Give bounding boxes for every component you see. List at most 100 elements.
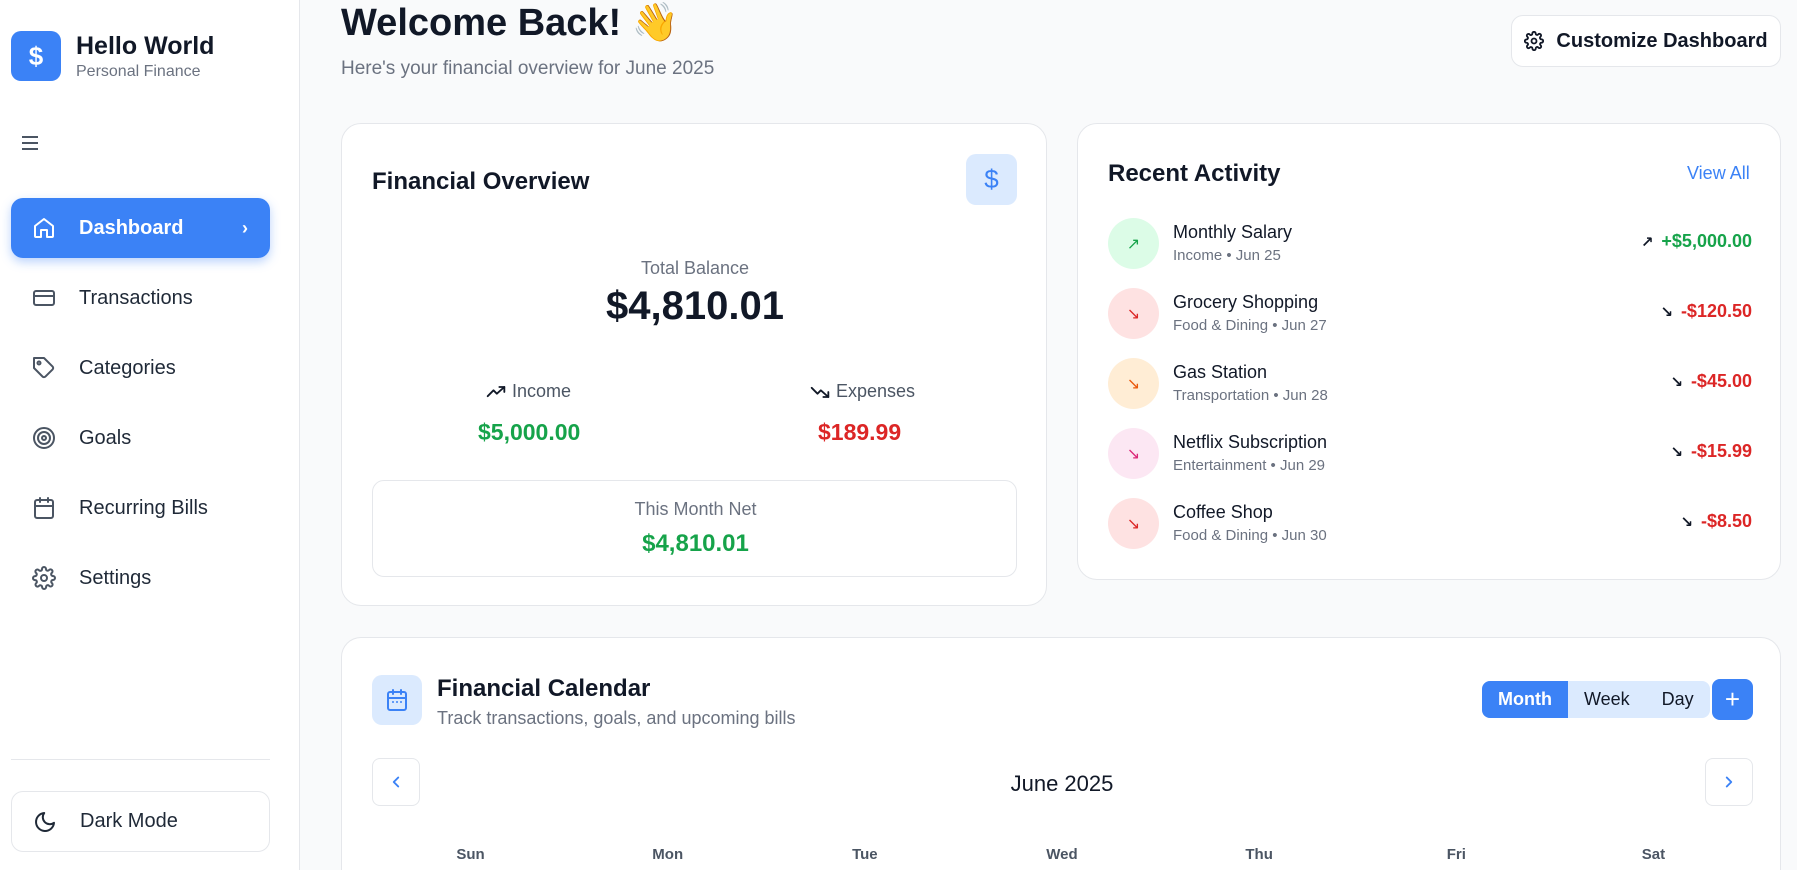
menu-icon[interactable] — [22, 136, 42, 156]
activity-amount: ↘ -$15.99 — [1670, 441, 1752, 462]
sidebar-item-label: Settings — [79, 566, 152, 589]
arrow-down-right-icon: ↘ — [1660, 303, 1673, 321]
activity-item[interactable]: ↗ Monthly Salary Income • Jun 25 ↗ +$5,000.0… — [1108, 218, 1752, 270]
recent-activity-card: Recent Activity View All ↗ Monthly Salary… — [1077, 123, 1781, 580]
weekday-label: Tue — [852, 846, 878, 863]
card-title: Recent Activity — [1108, 160, 1281, 187]
activity-name: Gas Station — [1173, 362, 1268, 382]
view-month-button[interactable]: Month — [1482, 681, 1568, 718]
arrow-up-right-icon: ↗ — [1108, 218, 1159, 269]
weekday-label: Sat — [1641, 846, 1666, 863]
trending-up-icon — [486, 385, 506, 397]
expenses-value: $189.99 — [818, 419, 902, 445]
brand-subtitle: Personal Finance — [76, 63, 201, 80]
moon-icon — [32, 809, 58, 835]
sidebar-item-label: Dashboard — [79, 216, 184, 239]
activity-amount: ↘ -$45.00 — [1670, 371, 1752, 392]
activity-meta: Food & Dining • Jun 30 — [1173, 527, 1327, 544]
view-all-link[interactable]: View All — [1687, 163, 1750, 184]
tag-icon — [31, 355, 57, 381]
activity-meta: Income • Jun 25 — [1173, 247, 1281, 264]
dark-mode-toggle[interactable]: Dark Mode — [11, 791, 270, 852]
expenses-label: Expenses — [810, 381, 915, 402]
calendar-subtitle: Track transactions, goals, and upcoming … — [437, 708, 796, 728]
sidebar-item-label: Recurring Bills — [79, 496, 208, 519]
brand[interactable]: $ Hello World Personal Finance — [11, 31, 214, 81]
customize-label: Customize Dashboard — [1556, 29, 1768, 52]
gear-icon — [1524, 31, 1545, 51]
arrow-down-right-icon: ↘ — [1108, 498, 1159, 549]
sidebar-item-label: Goals — [79, 426, 132, 449]
arrow-down-right-icon: ↘ — [1108, 358, 1159, 409]
total-balance-value: $4,810.01 — [606, 284, 784, 328]
month-label: June 2025 — [1010, 771, 1114, 796]
weekday-header: Sun Mon Tue Wed Thu Fri Sat — [372, 846, 1752, 863]
activity-name: Monthly Salary — [1173, 222, 1293, 242]
activity-meta: Food & Dining • Jun 27 — [1173, 317, 1327, 334]
weekday-label: Wed — [1046, 846, 1078, 863]
arrow-down-right-icon: ↘ — [1670, 373, 1683, 391]
sidebar-item-recurring-bills[interactable]: Recurring Bills — [11, 478, 270, 538]
sidebar-item-label: Categories — [79, 356, 176, 379]
income-value: $5,000.00 — [478, 419, 581, 445]
activity-amount: ↘ -$8.50 — [1680, 511, 1752, 532]
credit-card-icon — [31, 285, 57, 311]
card-title: Financial Calendar — [437, 675, 651, 702]
activity-amount: ↗ +$5,000.00 — [1641, 231, 1752, 252]
dollar-icon: $ — [966, 154, 1017, 205]
weekday-label: Thu — [1245, 846, 1273, 863]
gear-icon — [31, 565, 57, 591]
activity-item[interactable]: ↘ Netflix Subscription Entertainment • Jun… — [1108, 428, 1752, 480]
chevron-right-icon — [1725, 776, 1733, 788]
month-net-label: This Month Net — [634, 499, 757, 519]
arrow-down-right-icon: ↘ — [1108, 288, 1159, 339]
sidebar-item-goals[interactable]: Goals — [11, 408, 270, 468]
dark-mode-label: Dark Mode — [80, 810, 178, 832]
view-switcher: Month Week Day — [1482, 681, 1710, 718]
total-balance-label: Total Balance — [640, 258, 750, 278]
activity-item[interactable]: ↘ Grocery Shopping Food & Dining • Jun 27 ↘… — [1108, 288, 1752, 340]
sidebar-divider — [11, 759, 270, 760]
arrow-down-right-icon: ↘ — [1108, 428, 1159, 479]
weekday-label: Fri — [1446, 846, 1466, 863]
calendar-icon — [372, 675, 422, 725]
weekday-label: Sun — [456, 846, 485, 863]
view-day-button[interactable]: Day — [1646, 681, 1710, 718]
activity-name: Coffee Shop — [1173, 502, 1273, 522]
next-month-button[interactable] — [1705, 758, 1753, 806]
amount-value: -$8.50 — [1700, 511, 1752, 531]
amount-value: +$5,000.00 — [1661, 231, 1752, 251]
activity-meta: Transportation • Jun 28 — [1173, 387, 1328, 404]
arrow-up-right-icon: ↗ — [1640, 233, 1654, 251]
view-week-button[interactable]: Week — [1568, 681, 1646, 718]
sidebar-item-dashboard[interactable]: Dashboard › — [11, 198, 270, 258]
financial-overview-card: Financial Overview $ Total Balance $4,81… — [341, 123, 1047, 606]
amount-value: -$120.50 — [1680, 301, 1752, 321]
financial-calendar-card: Financial Calendar Track transactions, g… — [341, 637, 1781, 870]
arrow-down-right-icon: ↘ — [1680, 513, 1693, 531]
sidebar-item-settings[interactable]: Settings — [11, 548, 270, 608]
add-event-button[interactable]: + — [1712, 679, 1753, 720]
customize-dashboard-button[interactable]: Customize Dashboard — [1511, 15, 1781, 67]
brand-name: Hello World — [76, 32, 215, 60]
sidebar-item-categories[interactable]: Categories — [11, 338, 270, 398]
home-icon — [31, 215, 57, 241]
sidebar-item-label: Transactions — [79, 286, 193, 309]
dollar-logo-icon: $ — [11, 31, 61, 81]
income-label: Income — [486, 381, 571, 402]
trending-down-icon — [810, 386, 830, 398]
page-subtitle: Here's your financial overview for June … — [341, 58, 715, 79]
sidebar-item-transactions[interactable]: Transactions — [11, 268, 270, 328]
activity-amount: ↘ -$120.50 — [1660, 301, 1752, 322]
arrow-down-right-icon: ↘ — [1670, 443, 1683, 461]
month-net-box: This Month Net $4,810.01 — [372, 480, 1017, 577]
activity-item[interactable]: ↘ Coffee Shop Food & Dining • Jun 30 ↘ -$8.5… — [1108, 498, 1752, 550]
target-icon — [31, 425, 57, 451]
sidebar-nav: Dashboard › Transactions Categories Goal… — [11, 198, 270, 618]
activity-name: Netflix Subscription — [1173, 432, 1328, 452]
amount-value: -$45.00 — [1690, 371, 1752, 391]
month-net-value: $4,810.01 — [642, 530, 749, 557]
sidebar: $ Hello World Personal Finance Dashboard… — [0, 0, 300, 870]
activity-item[interactable]: ↘ Gas Station Transportation • Jun 28 ↘ -$45… — [1108, 358, 1752, 410]
amount-value: -$15.99 — [1690, 441, 1752, 461]
